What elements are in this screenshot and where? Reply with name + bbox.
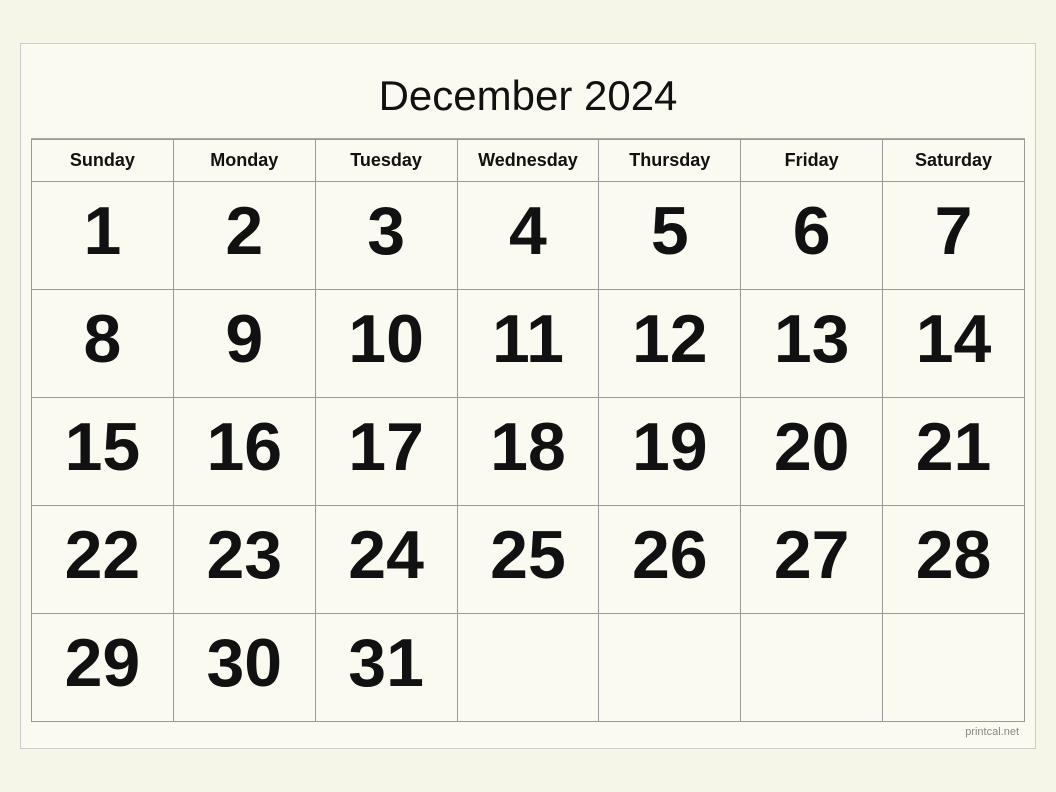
day-3: 3 <box>315 182 457 290</box>
day-5: 5 <box>599 182 741 290</box>
day-22: 22 <box>32 506 174 614</box>
week-row-5: 293031 <box>32 614 1025 722</box>
day-9: 9 <box>173 290 315 398</box>
day-21: 21 <box>883 398 1025 506</box>
day-18: 18 <box>457 398 599 506</box>
day-30: 30 <box>173 614 315 722</box>
day-23: 23 <box>173 506 315 614</box>
header-friday: Friday <box>741 140 883 182</box>
day-31: 31 <box>315 614 457 722</box>
day-28: 28 <box>883 506 1025 614</box>
calendar-container: December 2024 SundayMondayTuesdayWednesd… <box>20 43 1036 749</box>
day-20: 20 <box>741 398 883 506</box>
week-row-3: 15161718192021 <box>32 398 1025 506</box>
week-row-1: 1234567 <box>32 182 1025 290</box>
day-13: 13 <box>741 290 883 398</box>
header-sunday: Sunday <box>32 140 174 182</box>
watermark: printcal.net <box>31 722 1025 738</box>
empty-cell-4-3 <box>457 614 599 722</box>
day-15: 15 <box>32 398 174 506</box>
week-row-2: 891011121314 <box>32 290 1025 398</box>
day-17: 17 <box>315 398 457 506</box>
calendar-title: December 2024 <box>31 54 1025 139</box>
week-row-4: 22232425262728 <box>32 506 1025 614</box>
day-14: 14 <box>883 290 1025 398</box>
day-8: 8 <box>32 290 174 398</box>
header-thursday: Thursday <box>599 140 741 182</box>
day-11: 11 <box>457 290 599 398</box>
day-27: 27 <box>741 506 883 614</box>
calendar-table: SundayMondayTuesdayWednesdayThursdayFrid… <box>31 139 1025 722</box>
day-29: 29 <box>32 614 174 722</box>
empty-cell-4-4 <box>599 614 741 722</box>
day-12: 12 <box>599 290 741 398</box>
header-saturday: Saturday <box>883 140 1025 182</box>
header-wednesday: Wednesday <box>457 140 599 182</box>
day-2: 2 <box>173 182 315 290</box>
day-19: 19 <box>599 398 741 506</box>
day-10: 10 <box>315 290 457 398</box>
day-7: 7 <box>883 182 1025 290</box>
day-26: 26 <box>599 506 741 614</box>
day-4: 4 <box>457 182 599 290</box>
day-16: 16 <box>173 398 315 506</box>
day-1: 1 <box>32 182 174 290</box>
empty-cell-4-6 <box>883 614 1025 722</box>
empty-cell-4-5 <box>741 614 883 722</box>
day-25: 25 <box>457 506 599 614</box>
header-tuesday: Tuesday <box>315 140 457 182</box>
header-monday: Monday <box>173 140 315 182</box>
day-24: 24 <box>315 506 457 614</box>
days-header-row: SundayMondayTuesdayWednesdayThursdayFrid… <box>32 140 1025 182</box>
day-6: 6 <box>741 182 883 290</box>
